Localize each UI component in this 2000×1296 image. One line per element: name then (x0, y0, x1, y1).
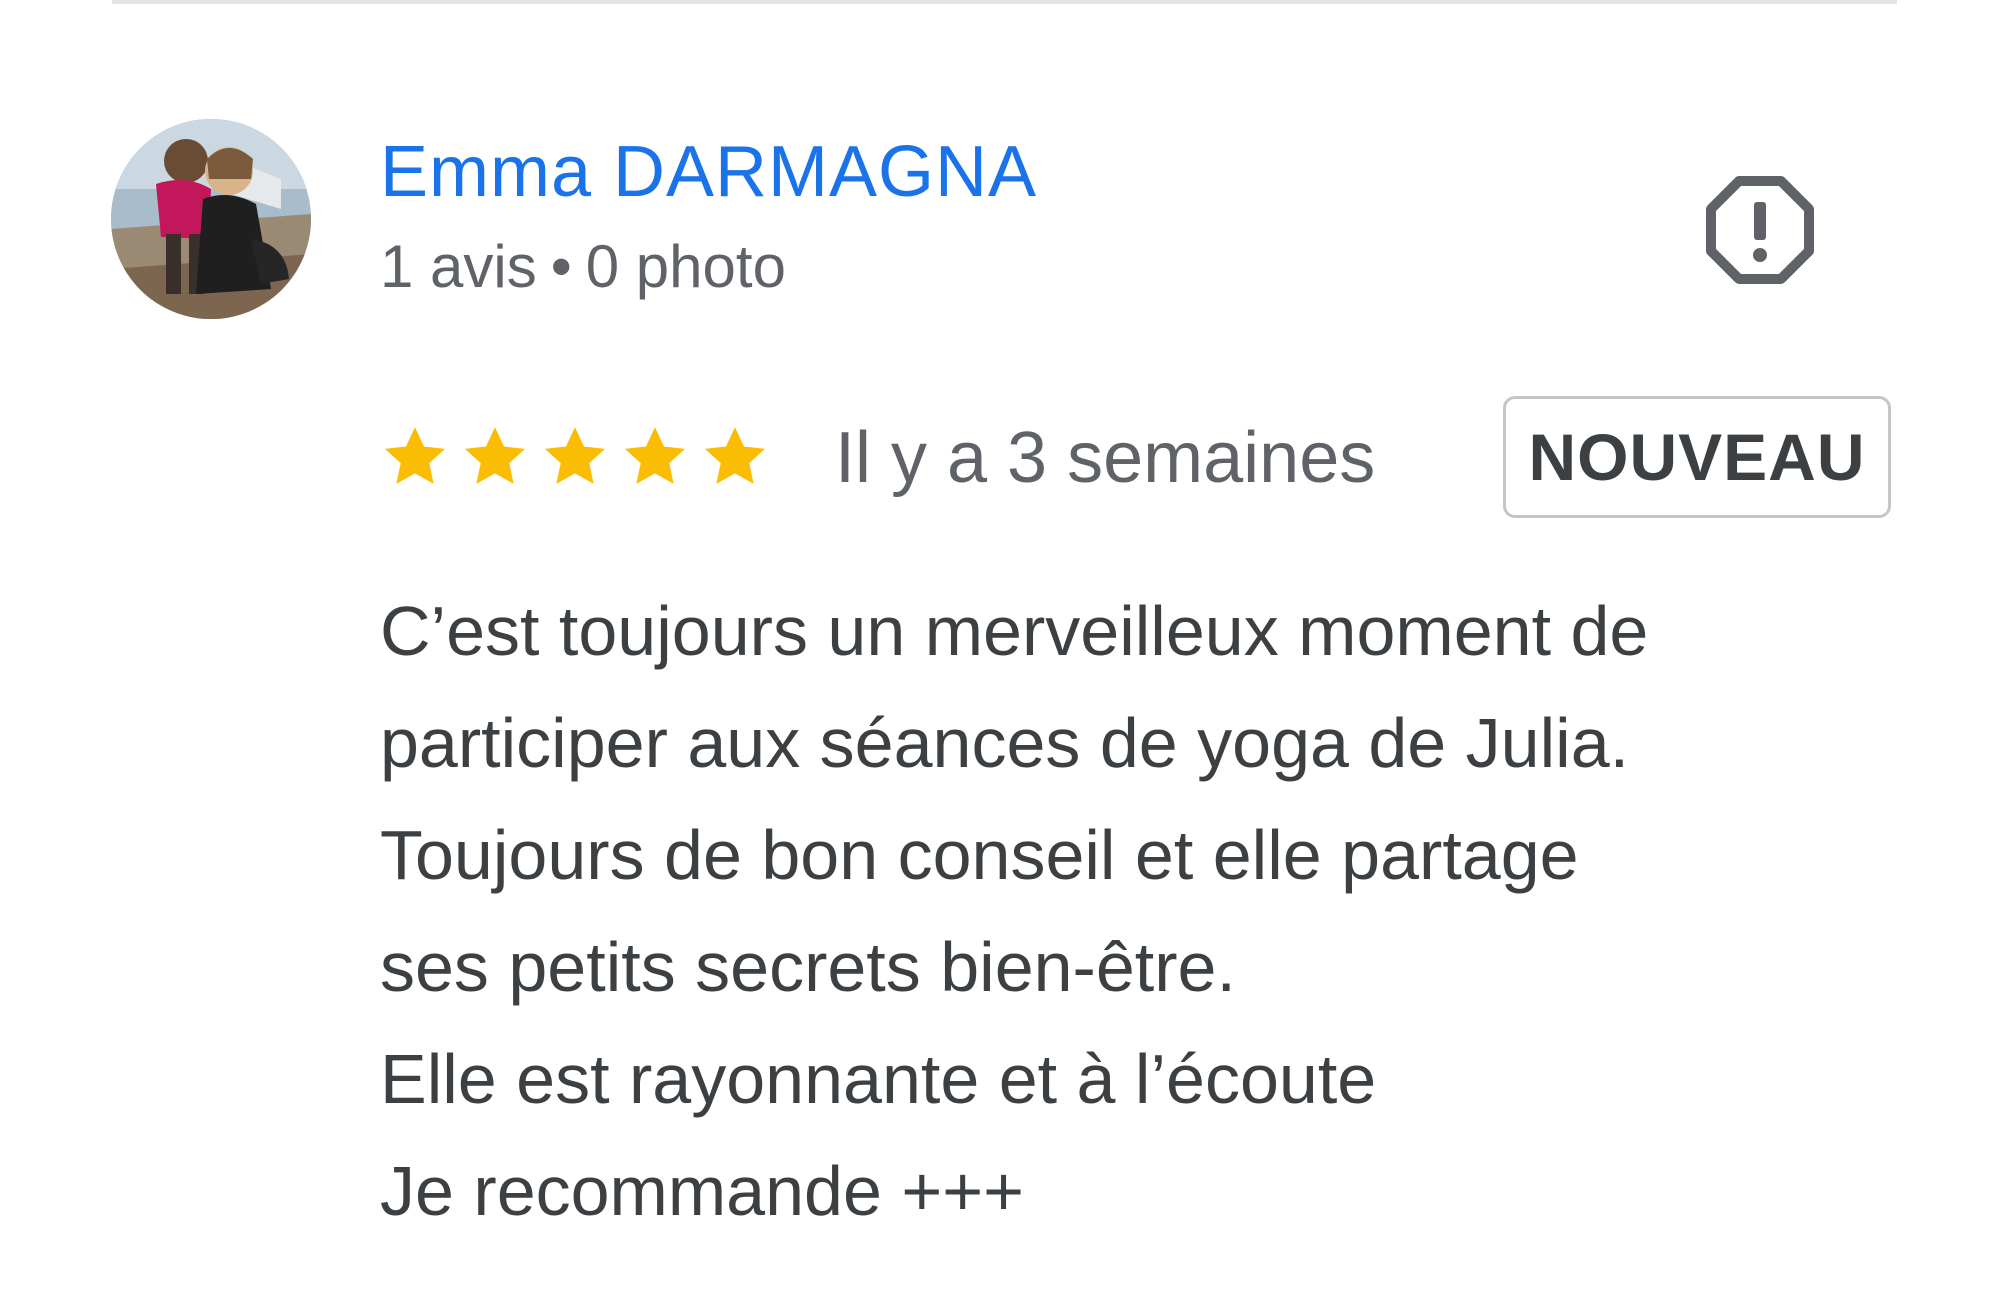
review-text: C’est toujours un merveilleux moment de … (380, 575, 1940, 1247)
meta-separator: • (550, 233, 572, 300)
new-badge: NOUVEAU (1503, 396, 1891, 518)
rating-row: Il y a 3 semaines NOUVEAU (380, 396, 1900, 518)
avatar[interactable] (111, 119, 311, 319)
report-icon[interactable] (1705, 175, 1815, 285)
reviewer-name[interactable]: Emma DARMAGNA (380, 128, 1037, 216)
reviews-count: 1 avis (380, 233, 537, 300)
avatar-photo (111, 119, 311, 319)
review-line: Elle est rayonnante et à l’écoute (380, 1040, 1377, 1118)
star-icon (704, 427, 766, 484)
star-icon (464, 427, 526, 484)
review-date: Il y a 3 semaines (835, 418, 1376, 498)
reviewer-meta: 1 avis • 0 photo (380, 230, 786, 304)
review-line: ses petits secrets bien-être. (380, 928, 1236, 1006)
review-line: Je recommande +++ (380, 1152, 1024, 1230)
star-rating (380, 422, 770, 492)
review-line: C’est toujours un merveilleux moment de (380, 592, 1649, 670)
star-icon (544, 427, 606, 484)
review-line: Toujours de bon conseil et elle partage (380, 816, 1579, 894)
star-icon (624, 427, 686, 484)
star-icon (384, 427, 446, 484)
divider (112, 0, 1897, 4)
photos-count: 0 photo (585, 233, 786, 300)
review-card: Emma DARMAGNA 1 avis • 0 photo Il y a 3 se… (0, 0, 2000, 1296)
review-line: participer aux séances de yoga de Julia. (380, 704, 1630, 782)
